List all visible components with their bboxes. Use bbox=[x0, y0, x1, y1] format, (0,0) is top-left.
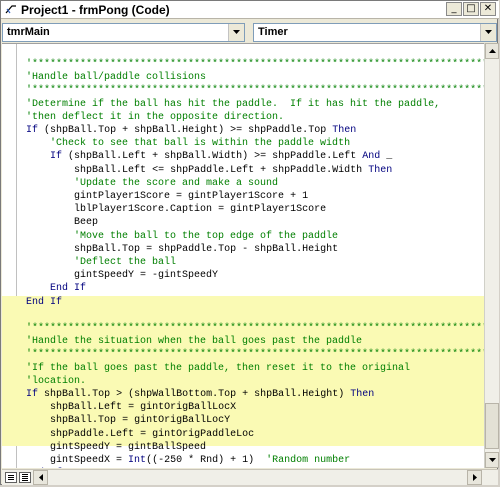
code-line[interactable]: shpBall.Top = shpPaddle.Top - shpBall.He… bbox=[26, 244, 338, 255]
maximize-button[interactable]: □ bbox=[463, 2, 479, 16]
scroll-down-button[interactable] bbox=[485, 452, 499, 468]
code-line[interactable]: 'then deflect it in the opposite directi… bbox=[26, 112, 284, 123]
object-combo-dropdown[interactable] bbox=[228, 24, 244, 41]
scroll-thumb[interactable] bbox=[485, 403, 499, 449]
code-line[interactable]: shpBall.Left <= shpPaddle.Left + shpPadd… bbox=[26, 165, 392, 176]
code-line[interactable]: gintSpeedX = Int((-250 * Rnd) + 1) 'Rand… bbox=[26, 455, 350, 466]
code-line[interactable]: 'Update the score and make a sound bbox=[26, 178, 278, 189]
vertical-scrollbar[interactable] bbox=[484, 43, 499, 468]
code-line[interactable]: 'location. bbox=[26, 376, 86, 387]
code-line[interactable]: 'Handle the situation when the ball goes… bbox=[26, 336, 362, 347]
procedure-combo[interactable]: Timer bbox=[253, 23, 497, 42]
code-line[interactable]: 'Deflect the ball bbox=[26, 257, 176, 268]
code-line[interactable]: 'If the ball goes past the paddle, then … bbox=[26, 363, 410, 374]
code-line[interactable]: shpPaddle.Left = gintOrigPaddleLoc bbox=[26, 429, 254, 440]
chevron-down-icon bbox=[233, 30, 240, 34]
minimize-button[interactable]: _ bbox=[446, 2, 462, 16]
window-title: Project1 - frmPong (Code) bbox=[21, 3, 170, 17]
object-combo[interactable]: tmrMain bbox=[2, 23, 245, 42]
procedure-combo-dropdown[interactable] bbox=[480, 24, 496, 41]
close-button[interactable]: ✕ bbox=[480, 2, 496, 16]
code-line[interactable]: gintSpeedY = -gintSpeedY bbox=[26, 270, 218, 281]
title-bar[interactable]: Project1 - frmPong (Code) _ □ ✕ bbox=[1, 1, 499, 19]
code-line[interactable]: End If bbox=[26, 297, 62, 308]
scroll-left-button[interactable] bbox=[33, 470, 48, 485]
arrow-left-icon bbox=[39, 474, 43, 481]
code-line[interactable]: 'Handle ball/paddle collisions bbox=[26, 72, 206, 83]
code-text[interactable]: '***************************************… bbox=[26, 58, 484, 468]
code-window: Project1 - frmPong (Code) _ □ ✕ tmrMain … bbox=[0, 0, 499, 485]
code-line[interactable]: gintPlayer1Score = gintPlayer1Score + 1 bbox=[26, 191, 308, 202]
code-line[interactable]: Beep bbox=[26, 217, 98, 228]
code-line[interactable]: shpBall.Left = gintOrigBallLocX bbox=[26, 402, 236, 413]
procedure-view-icon[interactable] bbox=[5, 472, 17, 483]
code-line[interactable]: '***************************************… bbox=[26, 85, 484, 96]
full-module-view-icon[interactable] bbox=[19, 472, 31, 483]
scroll-up-button[interactable] bbox=[485, 43, 499, 59]
code-line[interactable]: 'Move the ball to the top edge of the pa… bbox=[26, 231, 338, 242]
object-combo-value: tmrMain bbox=[7, 26, 50, 38]
code-line[interactable]: '***************************************… bbox=[26, 59, 484, 70]
code-line[interactable]: If shpBall.Top > (shpWallBottom.Top + sh… bbox=[26, 389, 374, 400]
arrow-up-icon bbox=[489, 49, 496, 53]
code-line[interactable]: '***************************************… bbox=[26, 349, 484, 360]
procedure-combo-value: Timer bbox=[258, 26, 288, 38]
code-editor[interactable]: '***************************************… bbox=[2, 43, 484, 468]
arrow-right-icon bbox=[473, 474, 477, 481]
chevron-down-icon bbox=[485, 30, 492, 34]
code-line[interactable]: '***************************************… bbox=[26, 323, 484, 334]
code-line[interactable]: If (shpBall.Left + shpBall.Width) >= shp… bbox=[26, 151, 392, 162]
code-line[interactable]: 'Determine if the ball has hit the paddl… bbox=[26, 99, 440, 110]
code-line[interactable]: End If bbox=[26, 283, 86, 294]
code-line[interactable]: shpBall.Top = gintOrigBallLocY bbox=[26, 415, 230, 426]
arrow-down-icon bbox=[489, 458, 496, 462]
bottom-bar bbox=[2, 469, 498, 485]
code-line[interactable]: lblPlayer1Score.Caption = gintPlayer1Sco… bbox=[26, 204, 326, 215]
code-line[interactable]: If (shpBall.Top + shpBall.Height) >= shp… bbox=[26, 125, 356, 136]
vb-code-window-icon bbox=[5, 5, 16, 14]
code-line[interactable]: 'Check to see that ball is within the pa… bbox=[26, 138, 350, 149]
code-line[interactable]: gintSpeedY = gintBallSpeed bbox=[26, 442, 206, 453]
scroll-right-button[interactable] bbox=[467, 470, 482, 485]
